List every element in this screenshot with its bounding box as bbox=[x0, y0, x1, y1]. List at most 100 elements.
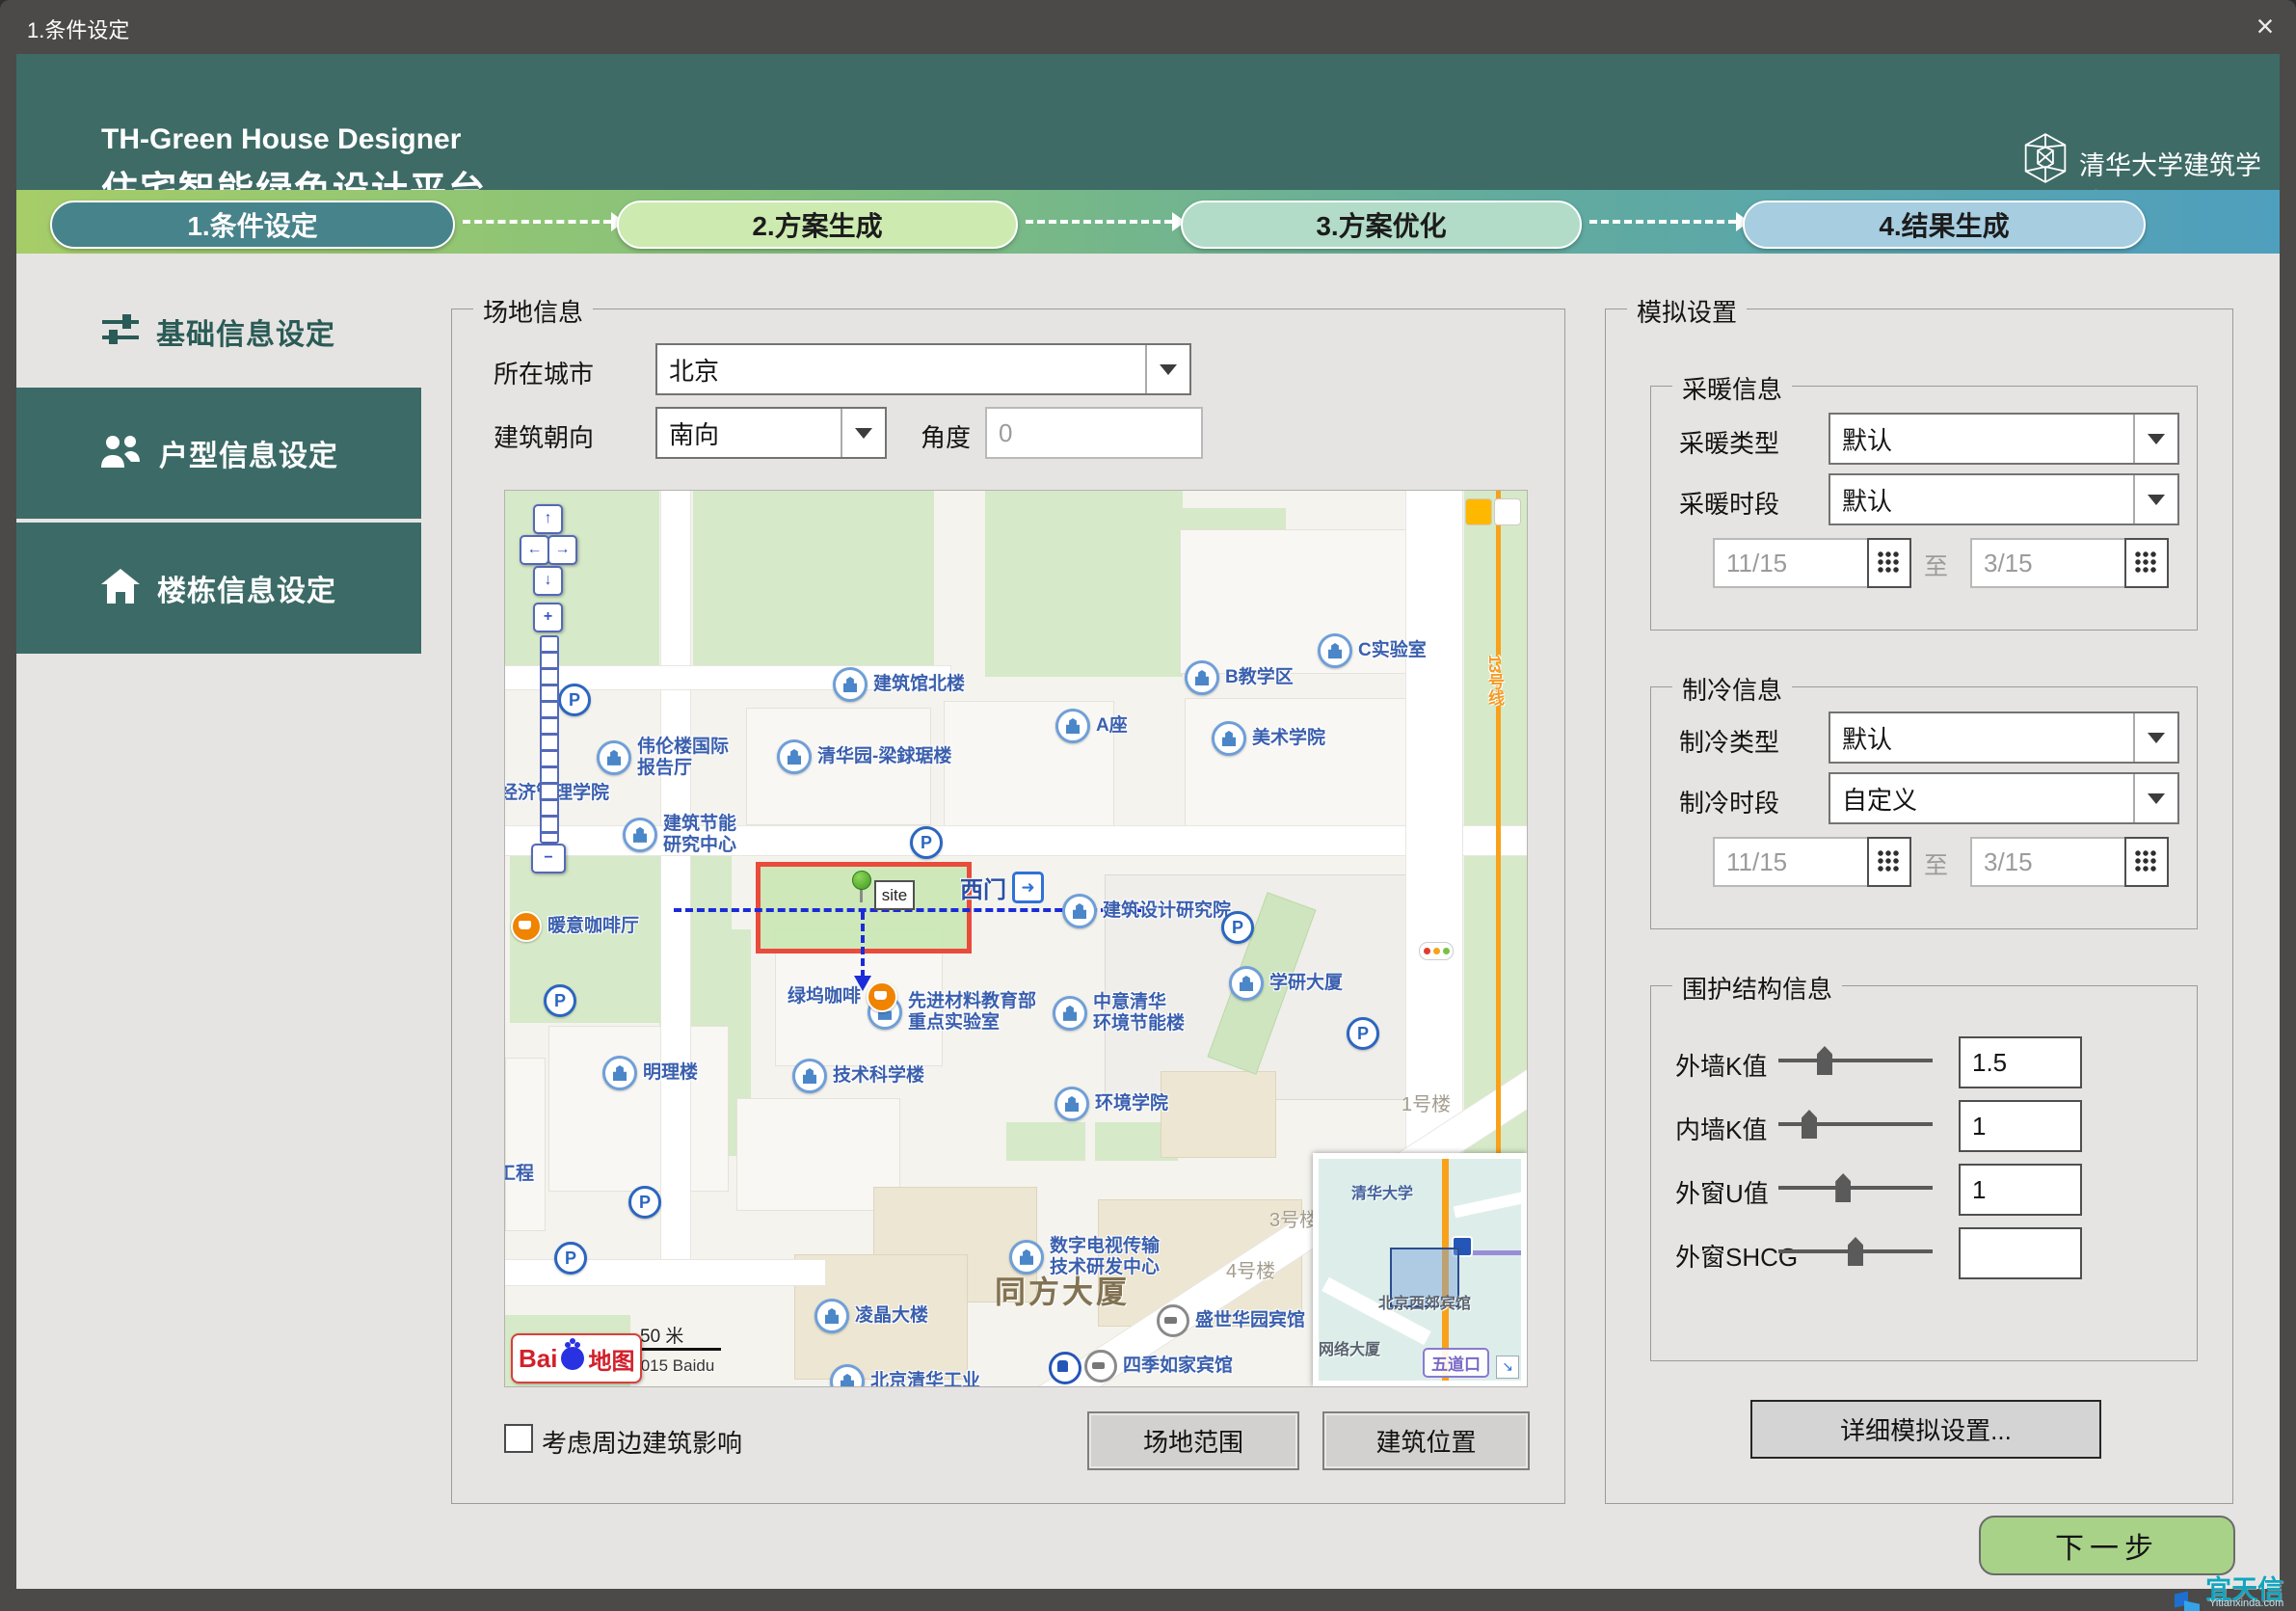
map-pan-up-button[interactable]: ↑ bbox=[533, 504, 563, 534]
baidu-logo: Bai 地图 bbox=[511, 1333, 642, 1383]
sidebar-item-building-info[interactable]: 楼栋信息设定 bbox=[16, 523, 421, 654]
ext-wall-k-input[interactable]: 1.5 bbox=[1959, 1036, 2082, 1088]
parking-icon: P bbox=[554, 1242, 587, 1275]
calendar-icon bbox=[1878, 551, 1901, 575]
ext-wall-k-slider[interactable] bbox=[1778, 1059, 1933, 1062]
sidebar-item-unit-info[interactable]: 户型信息设定 bbox=[16, 388, 421, 519]
sliders-icon bbox=[102, 312, 139, 352]
map-zoom-out-button[interactable]: − bbox=[531, 844, 566, 873]
cooling-period-select[interactable]: 自定义 bbox=[1829, 772, 2179, 824]
cooling-type-select[interactable]: 默认 bbox=[1829, 712, 2179, 764]
parking-icon: P bbox=[1347, 1017, 1379, 1050]
map-zoom-slider[interactable] bbox=[540, 635, 559, 844]
heating-end-calendar-button[interactable] bbox=[2124, 538, 2169, 588]
ext-window-u-input[interactable]: 1 bbox=[1959, 1164, 2082, 1216]
map-poi-同方大厦: 同方大厦 bbox=[995, 1268, 1130, 1312]
building-position-button[interactable]: 建筑位置 bbox=[1322, 1411, 1530, 1470]
sidebar-item-basic-info[interactable]: 基础信息设定 bbox=[16, 280, 421, 384]
next-step-button[interactable]: 下一步 bbox=[1979, 1516, 2235, 1575]
map-poi-parking: P bbox=[1347, 1017, 1379, 1050]
app-window: 1.条件设定 × TH-Green House Designer 住宅智能绿色设… bbox=[0, 0, 2296, 1611]
map-pan-left-button[interactable]: ← bbox=[520, 535, 549, 565]
building-icon bbox=[1055, 1087, 1089, 1121]
heating-period-select[interactable]: 默认 bbox=[1829, 473, 2179, 525]
close-icon[interactable]: × bbox=[2246, 8, 2284, 46]
app-header: TH-Green House Designer 住宅智能绿色设计平台 清华大学建… bbox=[16, 54, 2280, 190]
ext-window-u-label: 外窗U值 bbox=[1675, 1174, 1769, 1210]
heating-type-value: 默认 bbox=[1830, 415, 2133, 463]
heating-type-select[interactable]: 默认 bbox=[1829, 413, 2179, 465]
site-marker-pin-icon[interactable] bbox=[852, 871, 871, 890]
step-3-scheme-optimization[interactable]: 3.方案优化 bbox=[1181, 201, 1582, 249]
map-pan-right-button[interactable]: → bbox=[547, 535, 577, 565]
ext-window-u-slider[interactable] bbox=[1778, 1186, 1933, 1190]
inset-label-tower: 网络大厦 bbox=[1319, 1336, 1380, 1359]
parking-icon: P bbox=[628, 1186, 661, 1219]
map-poi-西门: 西门➜ bbox=[960, 871, 1044, 904]
map-zoom-in-button[interactable]: + bbox=[533, 603, 563, 632]
title-bar[interactable]: 1.条件设定 × bbox=[0, 0, 2296, 54]
map-pan-down-button[interactable]: ↓ bbox=[533, 566, 563, 596]
angle-input[interactable]: 0 bbox=[985, 407, 1203, 459]
chevron-down-icon[interactable] bbox=[2133, 713, 2177, 762]
map-poi-C实验室: C实验室 bbox=[1318, 633, 1427, 668]
map-3d-button[interactable] bbox=[1465, 498, 1492, 525]
cooling-start-calendar-button[interactable] bbox=[1867, 837, 1911, 887]
app-title-en: TH-Green House Designer bbox=[101, 123, 461, 156]
map-poi-parking: P bbox=[910, 826, 943, 859]
map-poi-伟伦楼国际: 伟伦楼国际报告厅 bbox=[597, 737, 729, 779]
cooling-group-legend: 制冷信息 bbox=[1672, 671, 1792, 707]
detail-simulation-settings-button[interactable]: 详细模拟设置... bbox=[1750, 1400, 2101, 1459]
building-icon bbox=[777, 739, 812, 774]
consider-surroundings-checkbox[interactable] bbox=[504, 1424, 533, 1453]
map-canvas[interactable]: 13号线 site ↑ ← → ↓ + − 建筑馆北楼清华园-梁銶琚楼伟伦楼国际… bbox=[504, 490, 1528, 1387]
site-axis-vertical bbox=[861, 912, 865, 978]
calendar-icon bbox=[1878, 850, 1901, 873]
chevron-down-icon[interactable] bbox=[2133, 774, 2177, 822]
watermark-logo-icon bbox=[2175, 1591, 2200, 1611]
map-terrain-shape bbox=[505, 1260, 825, 1285]
step-2-scheme-generation[interactable]: 2.方案生成 bbox=[617, 201, 1018, 249]
map-poi-中意清华: 中意清华环境节能楼 bbox=[1053, 992, 1185, 1034]
heating-start-date-input[interactable]: 11/15 bbox=[1713, 538, 1878, 588]
inset-collapse-button[interactable]: ↘ bbox=[1496, 1356, 1519, 1379]
heating-start-calendar-button[interactable] bbox=[1867, 538, 1911, 588]
orientation-select[interactable]: 南向 bbox=[655, 407, 887, 459]
map-traffic-button[interactable] bbox=[1494, 498, 1521, 525]
map-terrain-shape bbox=[505, 1058, 546, 1231]
map-poi-parking: P bbox=[558, 684, 591, 716]
chevron-down-icon[interactable] bbox=[2133, 415, 2177, 463]
map-terrain-shape bbox=[693, 491, 934, 674]
calendar-icon bbox=[2135, 551, 2158, 575]
heating-end-date-input[interactable]: 3/15 bbox=[1970, 538, 2135, 588]
heating-period-value: 默认 bbox=[1830, 475, 2133, 524]
sidebar-item-label: 楼栋信息设定 bbox=[157, 567, 336, 609]
int-wall-k-label: 内墙K值 bbox=[1675, 1111, 1767, 1146]
chevron-down-icon[interactable] bbox=[841, 409, 885, 457]
cooling-end-date-input[interactable]: 3/15 bbox=[1970, 837, 2135, 887]
map-inset-overview[interactable]: 清华大学 北京西郊宾馆 网络大厦 五道口 ↘ bbox=[1313, 1153, 1527, 1386]
consider-surroundings-label: 考虑周边建筑影响 bbox=[542, 1424, 742, 1460]
angle-label: 角度 bbox=[921, 418, 971, 454]
cooling-start-date-input[interactable]: 11/15 bbox=[1713, 837, 1878, 887]
map-poi-清华园-梁銶琚楼: 清华园-梁銶琚楼 bbox=[777, 739, 951, 774]
gate-icon: ➜ bbox=[1012, 872, 1044, 903]
ext-window-shcg-input[interactable] bbox=[1959, 1227, 2082, 1279]
cooling-end-calendar-button[interactable] bbox=[2124, 837, 2169, 887]
building-icon bbox=[833, 667, 868, 702]
building-icon bbox=[1229, 966, 1264, 1001]
sidebar-item-label: 户型信息设定 bbox=[159, 432, 338, 474]
int-wall-k-input[interactable]: 1 bbox=[1959, 1100, 2082, 1152]
site-range-button[interactable]: 场地范围 bbox=[1087, 1411, 1299, 1470]
chevron-down-icon[interactable] bbox=[1145, 345, 1189, 393]
map-poi-环境学院: 环境学院 bbox=[1055, 1087, 1168, 1121]
parking-icon: P bbox=[558, 684, 591, 716]
city-select[interactable]: 北京 bbox=[655, 343, 1191, 395]
city-label: 所在城市 bbox=[494, 355, 594, 390]
step-4-result-generation[interactable]: 4.结果生成 bbox=[1743, 201, 2146, 249]
inset-station-badge: 五道口 bbox=[1423, 1348, 1489, 1378]
heating-type-label: 采暖类型 bbox=[1679, 424, 1779, 460]
step-1-condition[interactable]: 1.条件设定 bbox=[50, 201, 455, 249]
map-poi-parking: P bbox=[554, 1242, 587, 1275]
chevron-down-icon[interactable] bbox=[2133, 475, 2177, 524]
